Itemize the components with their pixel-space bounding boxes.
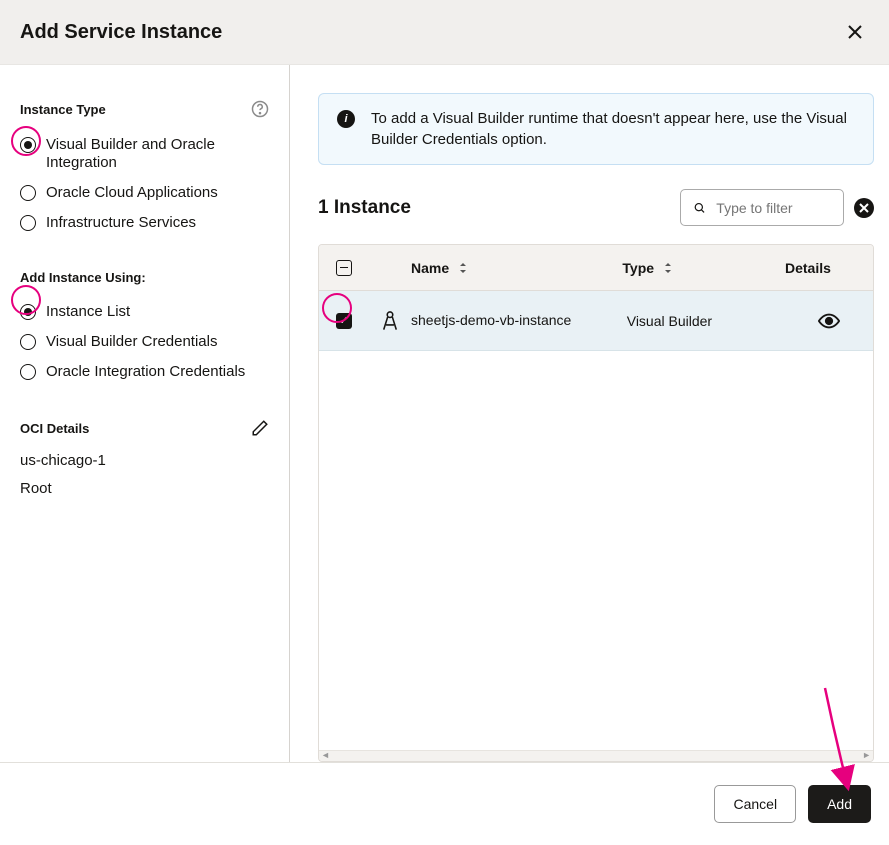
column-name[interactable]: Name <box>411 260 622 276</box>
radio-label: Oracle Cloud Applications <box>46 184 218 202</box>
filter-input-wrapper[interactable] <box>680 189 844 226</box>
column-type[interactable]: Type <box>622 260 785 276</box>
radio-icon <box>20 304 36 320</box>
search-icon <box>693 200 706 216</box>
sort-icon <box>457 262 469 274</box>
add-button[interactable]: Add <box>808 785 871 823</box>
radio-icon <box>20 185 36 201</box>
add-label: Add <box>827 796 852 812</box>
compass-icon <box>380 310 400 332</box>
radio-vb-oracle-integration[interactable]: Visual Builder and Oracle Integration <box>20 130 269 178</box>
dialog-footer: Cancel Add <box>0 762 889 845</box>
main-panel: i To add a Visual Builder runtime that d… <box>290 65 889 762</box>
dialog-header: Add Service Instance <box>0 0 889 65</box>
add-using-title: Add Instance Using: <box>20 270 146 285</box>
instance-type-group: Visual Builder and Oracle Integration Or… <box>20 130 269 238</box>
radio-icon <box>20 137 36 153</box>
cancel-button[interactable]: Cancel <box>714 785 796 823</box>
help-icon[interactable] <box>251 100 269 118</box>
info-text: To add a Visual Builder runtime that doe… <box>371 108 855 150</box>
oci-region: us-chicago-1 <box>20 449 269 473</box>
info-icon: i <box>337 110 355 128</box>
radio-icon <box>20 334 36 350</box>
oci-compartment: Root <box>20 477 269 501</box>
column-details: Details <box>785 260 873 276</box>
filter-input[interactable] <box>716 200 831 216</box>
select-all-checkbox[interactable] <box>336 260 352 276</box>
close-button[interactable] <box>841 18 869 46</box>
radio-label: Infrastructure Services <box>46 214 196 232</box>
x-icon <box>859 203 869 213</box>
close-icon <box>847 24 863 40</box>
table-header: Name Type Details <box>319 245 873 291</box>
table-row[interactable]: ✓ sheetjs-demo-vb-instance Visual Builde… <box>319 291 873 351</box>
row-type: Visual Builder <box>627 313 785 329</box>
radio-infra-services[interactable]: Infrastructure Services <box>20 208 269 238</box>
radio-instance-list[interactable]: Instance List <box>20 297 269 327</box>
dialog-title: Add Service Instance <box>20 21 222 44</box>
sort-icon <box>662 262 674 274</box>
radio-label: Oracle Integration Credentials <box>46 363 245 381</box>
radio-label: Visual Builder Credentials <box>46 333 217 351</box>
sidebar: Instance Type Visual Builder and Oracle … <box>0 65 290 762</box>
radio-oracle-cloud-apps[interactable]: Oracle Cloud Applications <box>20 178 269 208</box>
radio-icon <box>20 215 36 231</box>
cancel-label: Cancel <box>733 796 777 812</box>
radio-label: Visual Builder and Oracle Integration <box>46 136 269 172</box>
radio-icon <box>20 364 36 380</box>
horizontal-scrollbar[interactable] <box>319 750 873 761</box>
row-name: sheetjs-demo-vb-instance <box>411 311 627 329</box>
clear-filter-button[interactable] <box>854 198 874 218</box>
info-banner: i To add a Visual Builder runtime that d… <box>318 93 874 165</box>
radio-oi-credentials[interactable]: Oracle Integration Credentials <box>20 357 269 387</box>
column-name-label: Name <box>411 260 449 276</box>
radio-label: Instance List <box>46 303 130 321</box>
radio-vb-credentials[interactable]: Visual Builder Credentials <box>20 327 269 357</box>
row-checkbox[interactable]: ✓ <box>336 313 352 329</box>
instances-table: Name Type Details ✓ <box>318 244 874 762</box>
instance-count: 1 Instance <box>318 197 411 219</box>
eye-icon[interactable] <box>818 313 840 329</box>
oci-details-title: OCI Details <box>20 421 89 436</box>
pencil-icon[interactable] <box>251 419 269 437</box>
add-using-group: Instance List Visual Builder Credentials… <box>20 297 269 387</box>
column-type-label: Type <box>622 260 654 276</box>
instance-type-title: Instance Type <box>20 102 106 117</box>
